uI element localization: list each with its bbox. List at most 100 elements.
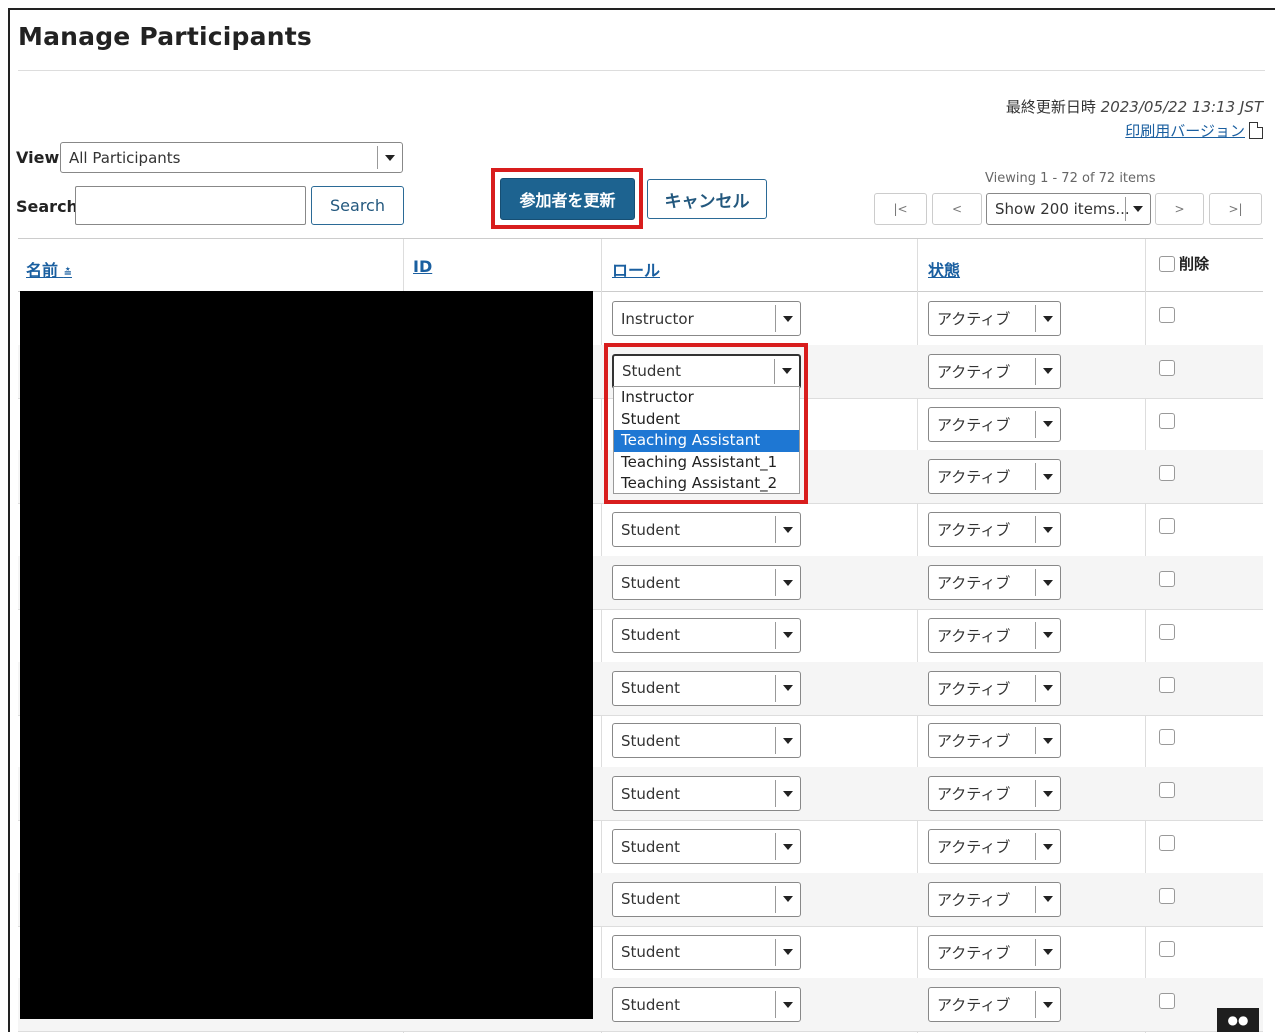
- search-input[interactable]: [75, 186, 306, 225]
- role-select[interactable]: Student: [612, 987, 801, 1023]
- page-title: Manage Participants: [18, 22, 312, 51]
- title-divider: [18, 70, 1265, 71]
- name-column-header[interactable]: 名前 ≛: [26, 257, 72, 281]
- delete-checkbox[interactable]: [1159, 571, 1175, 587]
- status-select[interactable]: アクティブ: [928, 723, 1061, 759]
- status-select[interactable]: アクティブ: [928, 406, 1061, 442]
- delete-checkbox[interactable]: [1159, 993, 1175, 1010]
- status-select[interactable]: アクティブ: [928, 670, 1061, 706]
- chevron-down-icon: [1035, 463, 1060, 491]
- role-select[interactable]: Student: [612, 565, 801, 600]
- last-modified-label: 最終更新日時: [1005, 98, 1096, 116]
- status-select[interactable]: アクティブ: [928, 881, 1061, 917]
- delete-checkbox[interactable]: [1159, 518, 1175, 535]
- delete-checkbox[interactable]: [1159, 623, 1175, 640]
- delete-checkbox[interactable]: [1159, 729, 1175, 746]
- redacted-names-area: [20, 291, 593, 1019]
- role-select[interactable]: Student: [612, 829, 801, 864]
- chevron-down-icon: [1035, 885, 1060, 913]
- status-select[interactable]: アクティブ: [928, 301, 1061, 336]
- status-select[interactable]: アクティブ: [928, 459, 1061, 495]
- status-select-value: アクティブ: [937, 415, 1011, 434]
- users-icon[interactable]: ●●: [1217, 1008, 1259, 1032]
- role-select-value: Student: [621, 573, 681, 592]
- chevron-down-icon: [1035, 727, 1060, 755]
- role-select-value: Student: [621, 626, 681, 645]
- role-select[interactable]: Student: [612, 776, 801, 812]
- role-select[interactable]: Student: [612, 617, 801, 653]
- role-select[interactable]: Student: [612, 512, 801, 548]
- select-all-delete-checkbox[interactable]: [1159, 255, 1175, 272]
- chevron-down-icon: [1035, 410, 1060, 438]
- role-select[interactable]: Student: [612, 881, 801, 917]
- role-select[interactable]: Student: [612, 934, 801, 970]
- role-option[interactable]: Teaching Assistant_1: [614, 452, 799, 474]
- status-select[interactable]: アクティブ: [928, 617, 1061, 653]
- role-select-value: Student: [621, 679, 681, 698]
- name-header-label[interactable]: 名前: [26, 261, 58, 280]
- delete-checkbox[interactable]: [1159, 887, 1175, 904]
- status-select-value: アクティブ: [937, 732, 1011, 751]
- chevron-down-icon: [775, 569, 800, 596]
- delete-checkbox[interactable]: [1159, 782, 1175, 799]
- chevron-down-icon: [775, 833, 800, 860]
- role-select[interactable]: Student: [612, 670, 801, 706]
- chevron-down-icon: [1035, 569, 1060, 596]
- status-select-value: アクティブ: [937, 310, 1011, 328]
- status-select[interactable]: アクティブ: [928, 776, 1061, 812]
- status-select[interactable]: アクティブ: [928, 934, 1061, 970]
- last-modified: 最終更新日時 2023/05/22 13:13 JST: [1006, 96, 1263, 117]
- search-button[interactable]: Search: [311, 186, 404, 225]
- update-participants-button[interactable]: 参加者を更新: [500, 178, 635, 220]
- chevron-down-icon: [1035, 357, 1060, 385]
- role-select[interactable]: Student: [612, 723, 801, 759]
- role-select-value: Student: [621, 520, 681, 539]
- chevron-down-icon: [1035, 780, 1060, 808]
- status-select[interactable]: アクティブ: [928, 829, 1061, 864]
- role-dropdown-list: Instructor Student Teaching Assistant Teach…: [613, 386, 800, 494]
- first-page-button[interactable]: |<: [874, 193, 927, 225]
- status-select-value: アクティブ: [937, 890, 1011, 909]
- role-column-header[interactable]: ロール: [612, 257, 660, 281]
- role-option[interactable]: Student: [614, 409, 799, 431]
- status-select[interactable]: アクティブ: [928, 512, 1061, 548]
- status-select[interactable]: アクティブ: [928, 987, 1061, 1023]
- search-label: Search: [16, 197, 78, 216]
- page-size-select[interactable]: Show 200 items...: [986, 193, 1151, 225]
- print-version-link[interactable]: 印刷用バージョン: [1125, 120, 1263, 141]
- role-select-value: Instructor: [621, 309, 694, 328]
- chevron-down-icon: [1035, 833, 1060, 860]
- chevron-down-icon: [1035, 305, 1060, 332]
- page-size-value: Show 200 items...: [995, 200, 1130, 218]
- status-column-header[interactable]: 状態: [928, 257, 960, 281]
- cancel-button[interactable]: キャンセル: [647, 179, 767, 219]
- status-select[interactable]: アクティブ: [928, 565, 1061, 600]
- status-select-value: アクティブ: [937, 679, 1011, 698]
- role-option[interactable]: Instructor: [614, 387, 799, 409]
- status-select-value: アクティブ: [937, 362, 1011, 381]
- prev-page-button[interactable]: <: [932, 193, 982, 225]
- chevron-down-icon: [377, 146, 402, 169]
- status-select-value: アクティブ: [937, 838, 1011, 856]
- view-select[interactable]: All Participants: [60, 142, 403, 173]
- chevron-down-icon: [1035, 991, 1060, 1019]
- print-version-label[interactable]: 印刷用バージョン: [1125, 120, 1245, 141]
- delete-checkbox[interactable]: [1159, 676, 1175, 693]
- id-column-header[interactable]: ID: [413, 257, 432, 276]
- view-label: View: [16, 148, 60, 167]
- delete-checkbox[interactable]: [1159, 465, 1175, 482]
- delete-checkbox[interactable]: [1159, 835, 1175, 851]
- last-page-button[interactable]: >|: [1209, 193, 1262, 225]
- chevron-down-icon: [775, 938, 800, 966]
- chevron-down-icon: [1035, 516, 1060, 544]
- delete-checkbox[interactable]: [1159, 359, 1175, 376]
- status-select[interactable]: アクティブ: [928, 353, 1061, 389]
- role-option[interactable]: Teaching Assistant_2: [614, 473, 799, 495]
- role-option[interactable]: Teaching Assistant: [614, 430, 799, 452]
- delete-checkbox[interactable]: [1159, 412, 1175, 429]
- role-select[interactable]: Instructor: [612, 301, 801, 336]
- next-page-button[interactable]: >: [1155, 193, 1204, 225]
- delete-checkbox[interactable]: [1159, 307, 1175, 323]
- chevron-down-icon: [1035, 621, 1060, 649]
- delete-checkbox[interactable]: [1159, 940, 1175, 957]
